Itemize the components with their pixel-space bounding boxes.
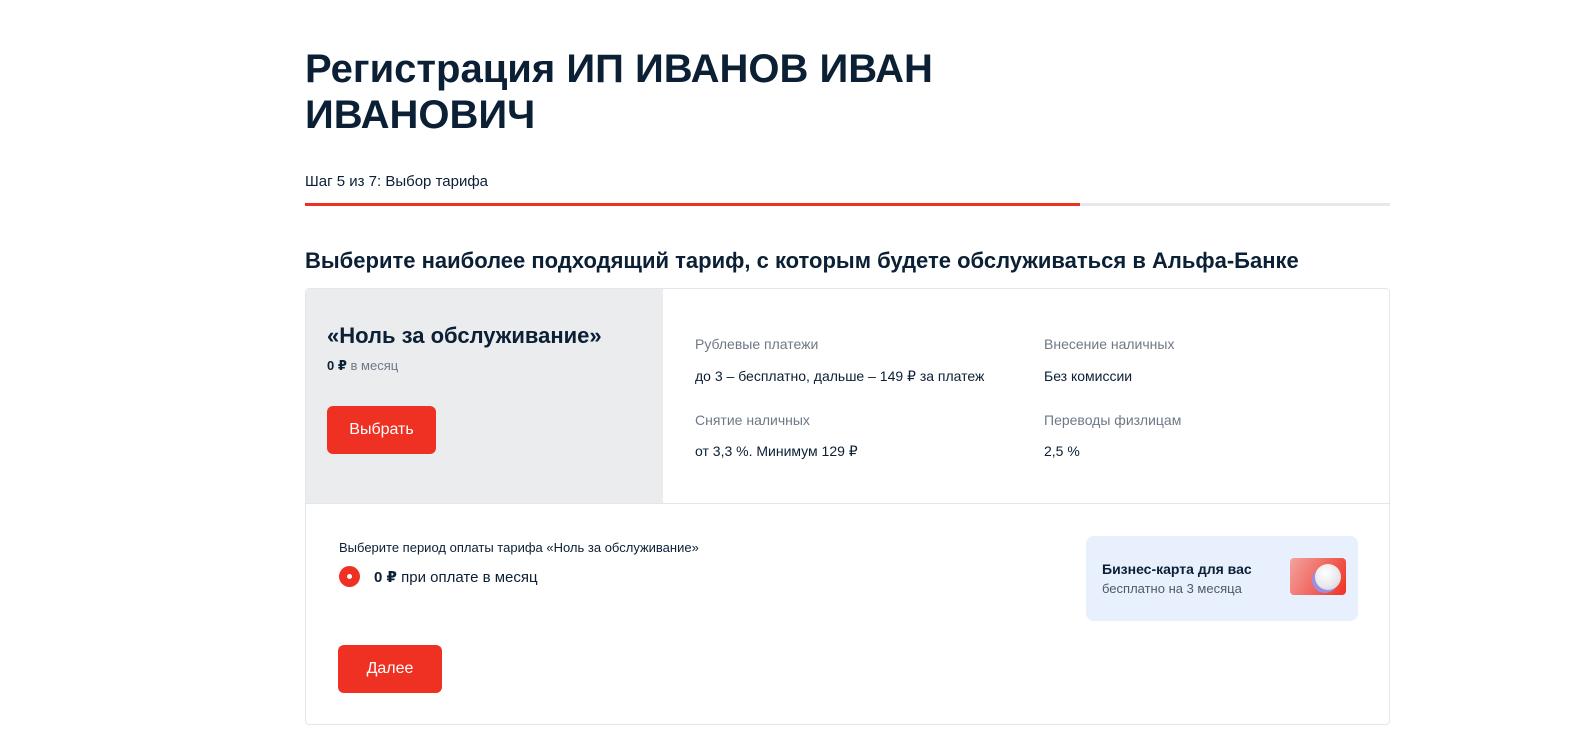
progress-bar [305, 203, 1390, 206]
payment-period-amount: 0 ₽ [374, 569, 397, 586]
payment-period-option-label[interactable]: 0 ₽ при оплате в месяц [374, 569, 538, 587]
tariff-card: «Ноль за обслуживание» 0 ₽ в месяц Выбра… [305, 288, 1390, 725]
payment-period-radio[interactable] [339, 566, 360, 587]
payment-period-text: при оплате в месяц [396, 569, 538, 586]
feature-value-transfers: 2,5 % [1044, 443, 1080, 459]
business-card-icon [1290, 558, 1346, 595]
payment-period-title: Выберите период оплаты тарифа «Ноль за о… [339, 540, 699, 555]
next-button[interactable]: Далее [338, 645, 442, 693]
feature-value-ruble-payments: до 3 – бесплатно, дальше – 149 ₽ за плат… [695, 368, 985, 384]
page-title: Регистрация ИП ИВАНОВ ИВАН ИВАНОВИЧ [305, 47, 933, 137]
step-indicator: Шаг 5 из 7: Выбор тарифа [305, 173, 489, 190]
tariff-price-amount: 0 ₽ [327, 358, 347, 373]
tariff-name: «Ноль за обслуживание» [327, 323, 602, 348]
card-toggle-graphic [1315, 564, 1341, 590]
feature-value-cash-withdrawal: от 3,3 %. Минимум 129 ₽ [695, 443, 858, 459]
feature-label-cash-deposit: Внесение наличных [1044, 336, 1175, 352]
promo-subtitle: бесплатно на 3 месяца [1102, 581, 1242, 596]
tariff-summary: «Ноль за обслуживание» 0 ₽ в месяц Выбра… [306, 289, 1389, 504]
feature-label-cash-withdrawal: Снятие наличных [695, 412, 810, 428]
promo-title: Бизнес-карта для вас [1102, 561, 1252, 577]
feature-label-ruble-payments: Рублевые платежи [695, 336, 819, 352]
radio-selected-dot [347, 574, 352, 579]
progress-bar-fill [305, 203, 1080, 206]
section-heading: Выберите наиболее подходящий тариф, с ко… [305, 248, 1299, 273]
feature-value-cash-deposit: Без комиссии [1044, 368, 1133, 384]
tariff-header-panel: «Ноль за обслуживание» 0 ₽ в месяц Выбра… [306, 289, 663, 503]
business-card-promo[interactable]: Бизнес-карта для вас бесплатно на 3 меся… [1086, 536, 1358, 621]
tariff-price-period: в месяц [346, 358, 399, 373]
feature-label-transfers: Переводы физлицам [1044, 412, 1182, 428]
choose-tariff-button[interactable]: Выбрать [327, 406, 436, 454]
tariff-price: 0 ₽ в месяц [327, 358, 398, 374]
